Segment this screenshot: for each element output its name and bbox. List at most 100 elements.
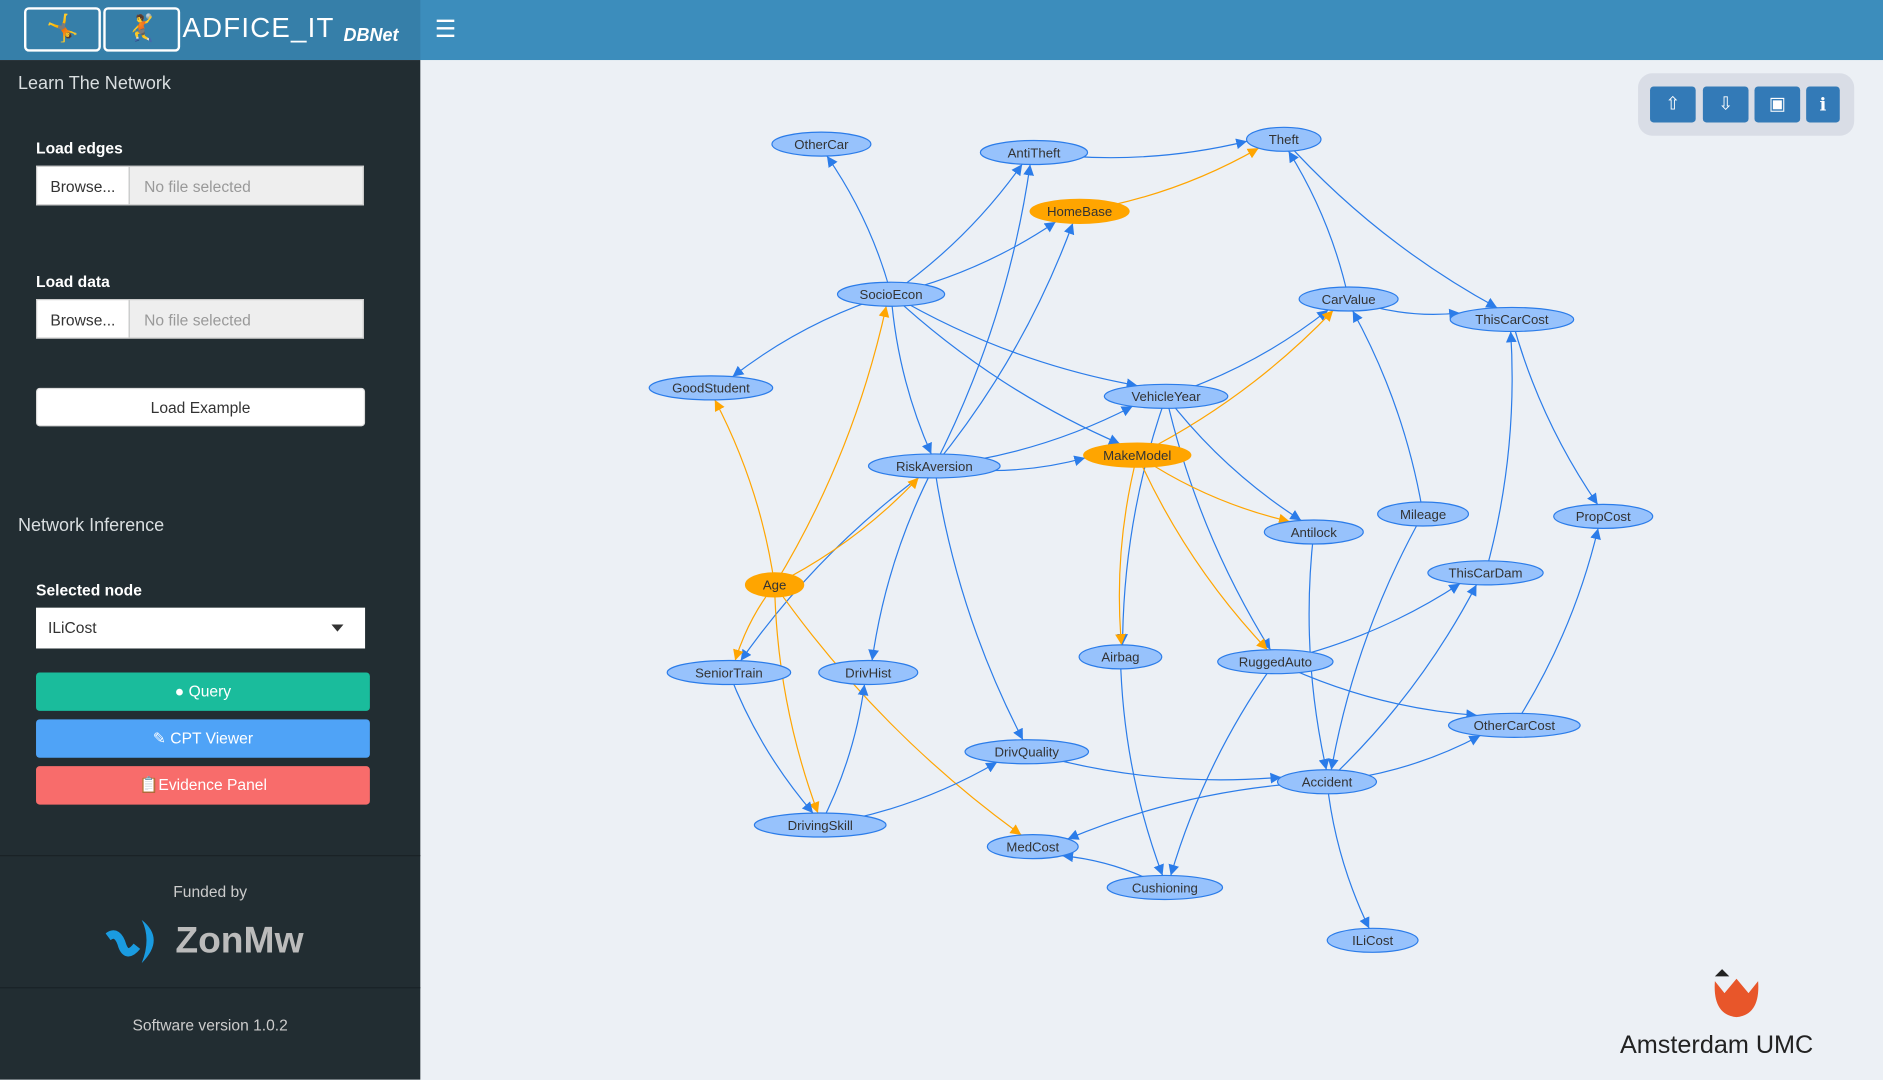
brand-subtitle: DBNet bbox=[343, 25, 399, 46]
node-MakeModel[interactable]: MakeModel bbox=[1083, 442, 1192, 468]
edge-SocioEcon-RiskAversion[interactable] bbox=[890, 294, 932, 455]
evidence-panel-label: Evidence Panel bbox=[158, 775, 267, 794]
edge-RuggedAuto-Cushioning[interactable] bbox=[1168, 661, 1276, 876]
node-Accident[interactable]: Accident bbox=[1276, 769, 1378, 795]
edge-Airbag-Cushioning[interactable] bbox=[1119, 656, 1164, 876]
node-label: ThisCarCost bbox=[1475, 312, 1549, 327]
divider bbox=[0, 987, 421, 989]
edge-Age-MedCost[interactable] bbox=[774, 584, 1022, 836]
node-VehicleYear[interactable]: VehicleYear bbox=[1103, 383, 1229, 409]
brand-title: ADFICE_IT bbox=[182, 12, 335, 44]
node-Antilock[interactable]: Antilock bbox=[1263, 519, 1364, 545]
edge-ThisCarCost-PropCost[interactable] bbox=[1511, 319, 1599, 505]
edge-Accident-MedCost[interactable] bbox=[1067, 781, 1328, 840]
browse-edges-button[interactable]: Browse... bbox=[36, 165, 130, 206]
edge-MakeModel-RuggedAuto[interactable] bbox=[1136, 454, 1268, 651]
edge-Age-GoodStudent[interactable] bbox=[714, 399, 776, 585]
node-label: Airbag bbox=[1101, 650, 1139, 665]
load-edges-input[interactable]: Browse... No file selected bbox=[36, 165, 364, 206]
info-icon[interactable]: i bbox=[1806, 86, 1840, 123]
edge-Theft-ThisCarCost[interactable] bbox=[1283, 138, 1498, 309]
tulip-icon: Amsterdam UMC bbox=[1620, 969, 1813, 1059]
edge-RiskAversion-AntiTheft[interactable] bbox=[933, 164, 1034, 467]
evidence-panel-button[interactable]: 📋Evidence Panel bbox=[36, 766, 370, 805]
node-label: Age bbox=[763, 578, 786, 593]
brain-icon: ● bbox=[174, 682, 189, 701]
node-CarValue[interactable]: CarValue bbox=[1298, 286, 1399, 312]
load-data-input[interactable]: Browse... No file selected bbox=[36, 299, 364, 339]
node-Mileage[interactable]: Mileage bbox=[1377, 501, 1470, 527]
node-Theft[interactable]: Theft bbox=[1245, 126, 1322, 152]
browse-data-button[interactable]: Browse... bbox=[36, 299, 130, 339]
node-ThisCarDam[interactable]: ThisCarDam bbox=[1427, 560, 1544, 586]
node-OtherCarCost[interactable]: OtherCarCost bbox=[1447, 712, 1581, 738]
node-DrivingSkill[interactable]: DrivingSkill bbox=[753, 812, 887, 838]
person-cursor-icon[interactable]: 🤸 bbox=[24, 7, 101, 52]
load-example-button[interactable]: Load Example bbox=[36, 387, 366, 427]
node-SeniorTrain[interactable]: SeniorTrain bbox=[666, 659, 792, 686]
edge-ThisCarDam-ThisCarCost[interactable] bbox=[1484, 331, 1517, 573]
image-icon[interactable]: ▣ bbox=[1754, 86, 1801, 123]
edge-MakeModel-Airbag[interactable] bbox=[1115, 454, 1138, 645]
node-SocioEcon[interactable]: SocioEcon bbox=[836, 281, 946, 307]
edge-SeniorTrain-DrivingSkill[interactable] bbox=[728, 672, 814, 814]
node-OtherCar[interactable]: OtherCar bbox=[771, 131, 872, 157]
node-Airbag[interactable]: Airbag bbox=[1078, 644, 1163, 670]
node-label: AntiTheft bbox=[1008, 145, 1061, 160]
person-falling-icon[interactable]: 🤾 bbox=[103, 7, 181, 52]
edge-RiskAversion-DrivHist[interactable] bbox=[868, 465, 935, 661]
edge-OtherCarCost-PropCost[interactable] bbox=[1513, 528, 1601, 726]
edge-RiskAversion-HomeBase[interactable] bbox=[933, 223, 1075, 467]
edit-icon: ✎ bbox=[152, 728, 171, 747]
node-label: ILiCost bbox=[1352, 933, 1393, 948]
divider bbox=[0, 855, 421, 857]
edge-SocioEcon-AntiTheft[interactable] bbox=[890, 163, 1023, 295]
edge-RiskAversion-DrivQuality[interactable] bbox=[933, 465, 1024, 741]
network-inference-title: Network Inference bbox=[18, 515, 165, 536]
node-DrivHist[interactable]: DrivHist bbox=[818, 659, 919, 686]
edge-MakeModel-CarValue[interactable] bbox=[1136, 310, 1334, 456]
edge-SocioEcon-VehicleYear[interactable] bbox=[890, 293, 1138, 390]
selected-node-select[interactable]: ILiCost bbox=[36, 607, 366, 649]
edge-Age-SocioEcon[interactable] bbox=[774, 306, 890, 586]
node-AntiTheft[interactable]: AntiTheft bbox=[979, 139, 1089, 166]
node-label: DrivingSkill bbox=[788, 818, 853, 833]
edge-SocioEcon-MakeModel[interactable] bbox=[890, 293, 1121, 445]
node-DrivQuality[interactable]: DrivQuality bbox=[964, 739, 1090, 765]
edge-Accident-ThisCarDam[interactable] bbox=[1326, 584, 1478, 783]
edge-CarValue-Theft[interactable] bbox=[1288, 150, 1350, 300]
node-Age[interactable]: Age bbox=[744, 572, 805, 598]
edge-Age-DrivingSkill[interactable] bbox=[773, 584, 820, 814]
node-RiskAversion[interactable]: RiskAversion bbox=[867, 453, 1001, 479]
edge-Mileage-CarValue[interactable] bbox=[1352, 310, 1424, 515]
edge-RuggedAuto-ThisCarDam[interactable] bbox=[1275, 583, 1461, 663]
edge-VehicleYear-RuggedAuto[interactable] bbox=[1165, 396, 1271, 651]
zonmw-logo: ZonMw bbox=[105, 915, 304, 965]
edge-SocioEcon-OtherCar[interactable] bbox=[826, 155, 892, 295]
node-PropCost[interactable]: PropCost bbox=[1553, 503, 1654, 529]
upload-icon[interactable]: ⇧ bbox=[1650, 86, 1696, 123]
node-label: CarValue bbox=[1322, 292, 1376, 307]
edge-VehicleYear-Airbag[interactable] bbox=[1117, 396, 1167, 645]
node-GoodStudent[interactable]: GoodStudent bbox=[648, 375, 774, 401]
edge-VehicleYear-CarValue[interactable] bbox=[1165, 309, 1329, 397]
node-HomeBase[interactable]: HomeBase bbox=[1029, 198, 1130, 224]
query-button[interactable]: ● Query bbox=[36, 672, 370, 711]
hamburger-icon[interactable]: ☰ bbox=[435, 14, 457, 44]
node-ThisCarCost[interactable]: ThisCarCost bbox=[1449, 306, 1575, 333]
edge-RiskAversion-SeniorTrain[interactable] bbox=[740, 465, 935, 662]
edges-file-name: No file selected bbox=[129, 165, 364, 206]
chevron-down-icon bbox=[331, 624, 344, 632]
edge-SocioEcon-GoodStudent[interactable] bbox=[732, 293, 892, 378]
node-Cushioning[interactable]: Cushioning bbox=[1106, 874, 1224, 901]
edge-Accident-ILiCost[interactable] bbox=[1326, 781, 1370, 929]
node-label: OtherCarCost bbox=[1474, 718, 1556, 733]
node-MedCost[interactable]: MedCost bbox=[986, 834, 1079, 860]
node-RuggedAuto[interactable]: RuggedAuto bbox=[1217, 649, 1334, 675]
download-icon[interactable]: ⇩ bbox=[1702, 86, 1749, 123]
node-label: SeniorTrain bbox=[695, 665, 763, 680]
cpt-viewer-button[interactable]: ✎ CPT Viewer bbox=[36, 719, 370, 758]
network-graph[interactable]: OtherCar AntiTheft Theft HomeBase SocioEcon C… bbox=[420, 60, 1883, 1080]
node-ILiCost[interactable]: ILiCost bbox=[1326, 927, 1419, 953]
edge-DrivingSkill-DrivHist[interactable] bbox=[819, 684, 869, 826]
